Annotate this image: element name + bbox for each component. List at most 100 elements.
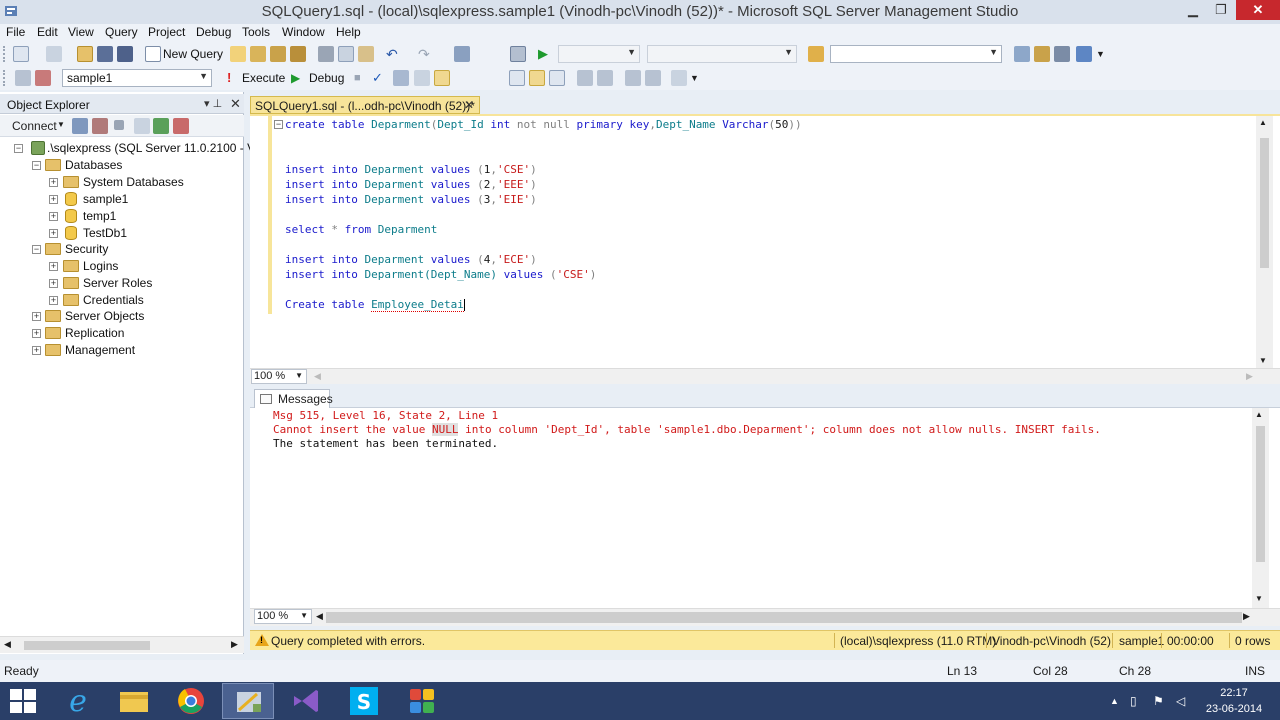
navigate-back-icon[interactable] bbox=[454, 46, 470, 62]
minimize-button[interactable]: ▁ bbox=[1180, 0, 1206, 20]
maximize-button[interactable]: ❐ bbox=[1208, 0, 1234, 20]
object-explorer-icon[interactable] bbox=[1034, 46, 1050, 62]
tree-node-temp1[interactable]: + temp1 bbox=[0, 208, 244, 224]
xmla-query-icon[interactable] bbox=[290, 46, 306, 62]
scroll-left-icon[interactable]: ◀ bbox=[4, 639, 11, 650]
expand-icon[interactable]: + bbox=[32, 346, 41, 355]
scroll-down-icon[interactable]: ▼ bbox=[1255, 594, 1263, 603]
toolbar-options-icon[interactable]: ▼ bbox=[1096, 46, 1112, 62]
menu-tools[interactable]: Tools bbox=[242, 25, 270, 39]
close-panel-icon[interactable]: ✕ bbox=[230, 96, 241, 112]
save-icon[interactable] bbox=[97, 46, 113, 62]
refresh-icon[interactable] bbox=[153, 118, 169, 134]
expand-icon[interactable]: + bbox=[49, 229, 58, 238]
tree-node-security[interactable]: − Security bbox=[0, 241, 244, 257]
comment-icon[interactable] bbox=[577, 70, 593, 86]
properties-icon[interactable] bbox=[1076, 46, 1092, 62]
cut-icon[interactable] bbox=[318, 46, 334, 62]
vscroll-thumb[interactable] bbox=[1256, 426, 1265, 562]
chevron-down-icon[interactable]: ▼ bbox=[57, 120, 65, 129]
redo-icon[interactable]: ↷ bbox=[418, 46, 434, 62]
taskbar-skype[interactable]: S bbox=[338, 683, 390, 719]
tray-time[interactable]: 22:17 bbox=[1202, 687, 1266, 699]
menu-edit[interactable]: Edit bbox=[37, 25, 58, 39]
tray-date[interactable]: 23-06-2014 bbox=[1202, 703, 1266, 715]
vscroll-thumb[interactable] bbox=[1260, 138, 1269, 268]
collapse-icon[interactable]: − bbox=[14, 144, 23, 153]
tree-node-server[interactable]: − .\sqlexpress (SQL Server 11.0.2100 - V… bbox=[0, 140, 270, 156]
tab-messages[interactable]: Messages bbox=[254, 389, 333, 408]
activity-monitor-icon[interactable] bbox=[510, 46, 526, 62]
menu-file[interactable]: File bbox=[6, 25, 25, 39]
menu-view[interactable]: View bbox=[68, 25, 94, 39]
scroll-left-icon[interactable]: ◀ bbox=[316, 611, 323, 622]
query-designer-icon[interactable] bbox=[414, 70, 430, 86]
action-center-icon[interactable]: ⚑ bbox=[1153, 694, 1164, 708]
db-engine-query-icon[interactable] bbox=[230, 46, 246, 62]
find-combo[interactable]: ▼ bbox=[830, 45, 1002, 63]
scroll-right-icon[interactable]: ▶ bbox=[1246, 371, 1253, 382]
scroll-down-icon[interactable]: ▼ bbox=[1259, 356, 1267, 365]
taskbar-visual-studio[interactable] bbox=[280, 683, 332, 719]
taskbar-chrome[interactable] bbox=[165, 683, 217, 719]
menu-help[interactable]: Help bbox=[336, 25, 361, 39]
tree-node-management[interactable]: + Management bbox=[0, 342, 244, 358]
expand-icon[interactable]: + bbox=[32, 312, 41, 321]
menu-window[interactable]: Window bbox=[282, 25, 325, 39]
expand-icon[interactable]: + bbox=[49, 212, 58, 221]
copy-icon[interactable] bbox=[338, 46, 354, 62]
close-button[interactable]: ✕ bbox=[1236, 0, 1280, 20]
expand-icon[interactable]: + bbox=[49, 178, 58, 187]
analysis-query-icon[interactable] bbox=[250, 46, 266, 62]
expand-icon[interactable]: + bbox=[49, 195, 58, 204]
activity-icon[interactable] bbox=[173, 118, 189, 134]
tab-sqlquery1[interactable]: SQLQuery1.sql - (l...odh-pc\Vinodh (52))… bbox=[250, 96, 480, 114]
expand-icon[interactable]: + bbox=[49, 296, 58, 305]
close-tab-icon[interactable]: ✕ bbox=[464, 98, 474, 112]
new-query-button[interactable]: New Query bbox=[163, 47, 223, 61]
connect-dropdown[interactable]: Connect bbox=[12, 119, 57, 133]
expand-icon[interactable]: + bbox=[49, 262, 58, 271]
start-debug-icon[interactable]: ▶ bbox=[538, 46, 554, 62]
template-explorer-icon[interactable] bbox=[1054, 46, 1070, 62]
scroll-right-icon[interactable]: ▶ bbox=[1243, 611, 1250, 622]
disconnect-server-icon[interactable] bbox=[92, 118, 108, 134]
connect-icon[interactable] bbox=[15, 70, 31, 86]
paste-icon[interactable] bbox=[358, 46, 374, 62]
volume-icon[interactable]: ◁ bbox=[1176, 694, 1185, 708]
tray-overflow-icon[interactable]: ▲ bbox=[1110, 696, 1119, 706]
results-to-text-icon[interactable] bbox=[509, 70, 525, 86]
new-project-icon[interactable] bbox=[13, 46, 29, 62]
expand-icon[interactable]: + bbox=[49, 279, 58, 288]
toolbar-options-icon-2[interactable]: ▼ bbox=[690, 70, 706, 86]
display-plan-icon[interactable] bbox=[393, 70, 409, 86]
execute-button[interactable]: Execute bbox=[242, 71, 285, 85]
editor-zoom-select[interactable]: 100 % ▼ bbox=[251, 369, 307, 384]
registered-servers-icon[interactable] bbox=[1014, 46, 1030, 62]
increase-indent-icon[interactable] bbox=[645, 70, 661, 86]
expand-icon[interactable]: + bbox=[32, 329, 41, 338]
results-to-grid-icon[interactable] bbox=[529, 70, 545, 86]
collapse-icon[interactable]: − bbox=[32, 245, 41, 254]
network-icon[interactable]: ▯ bbox=[1130, 694, 1137, 708]
results-to-file-icon[interactable] bbox=[549, 70, 565, 86]
taskbar-app-tiles[interactable] bbox=[396, 683, 448, 719]
debug-button[interactable]: Debug bbox=[309, 71, 344, 85]
object-explorer-hscroll[interactable]: ◀ ▶ bbox=[0, 636, 244, 653]
available-databases-select[interactable]: sample1 ▼ bbox=[62, 69, 212, 87]
scroll-right-icon[interactable]: ▶ bbox=[231, 639, 238, 650]
toolbar-grip[interactable] bbox=[3, 46, 6, 62]
tree-node-replication[interactable]: + Replication bbox=[0, 325, 244, 341]
messages-pane[interactable]: Msg 515, Level 16, State 2, Line 1 Canno… bbox=[250, 408, 1280, 608]
hscroll-thumb[interactable] bbox=[24, 641, 150, 650]
tree-node-server-roles[interactable]: + Server Roles bbox=[0, 275, 244, 291]
menu-project[interactable]: Project bbox=[148, 25, 185, 39]
undo-icon[interactable]: ↶ bbox=[386, 46, 402, 62]
decrease-indent-icon[interactable] bbox=[625, 70, 641, 86]
stop-icon[interactable] bbox=[114, 120, 124, 130]
menu-query[interactable]: Query bbox=[105, 25, 138, 39]
toolbar-grip[interactable] bbox=[3, 70, 6, 86]
scroll-up-icon[interactable]: ▲ bbox=[1259, 118, 1267, 127]
tree-node-system-databases[interactable]: + System Databases bbox=[0, 174, 244, 190]
messages-vscroll[interactable]: ▲ ▼ bbox=[1252, 408, 1269, 608]
